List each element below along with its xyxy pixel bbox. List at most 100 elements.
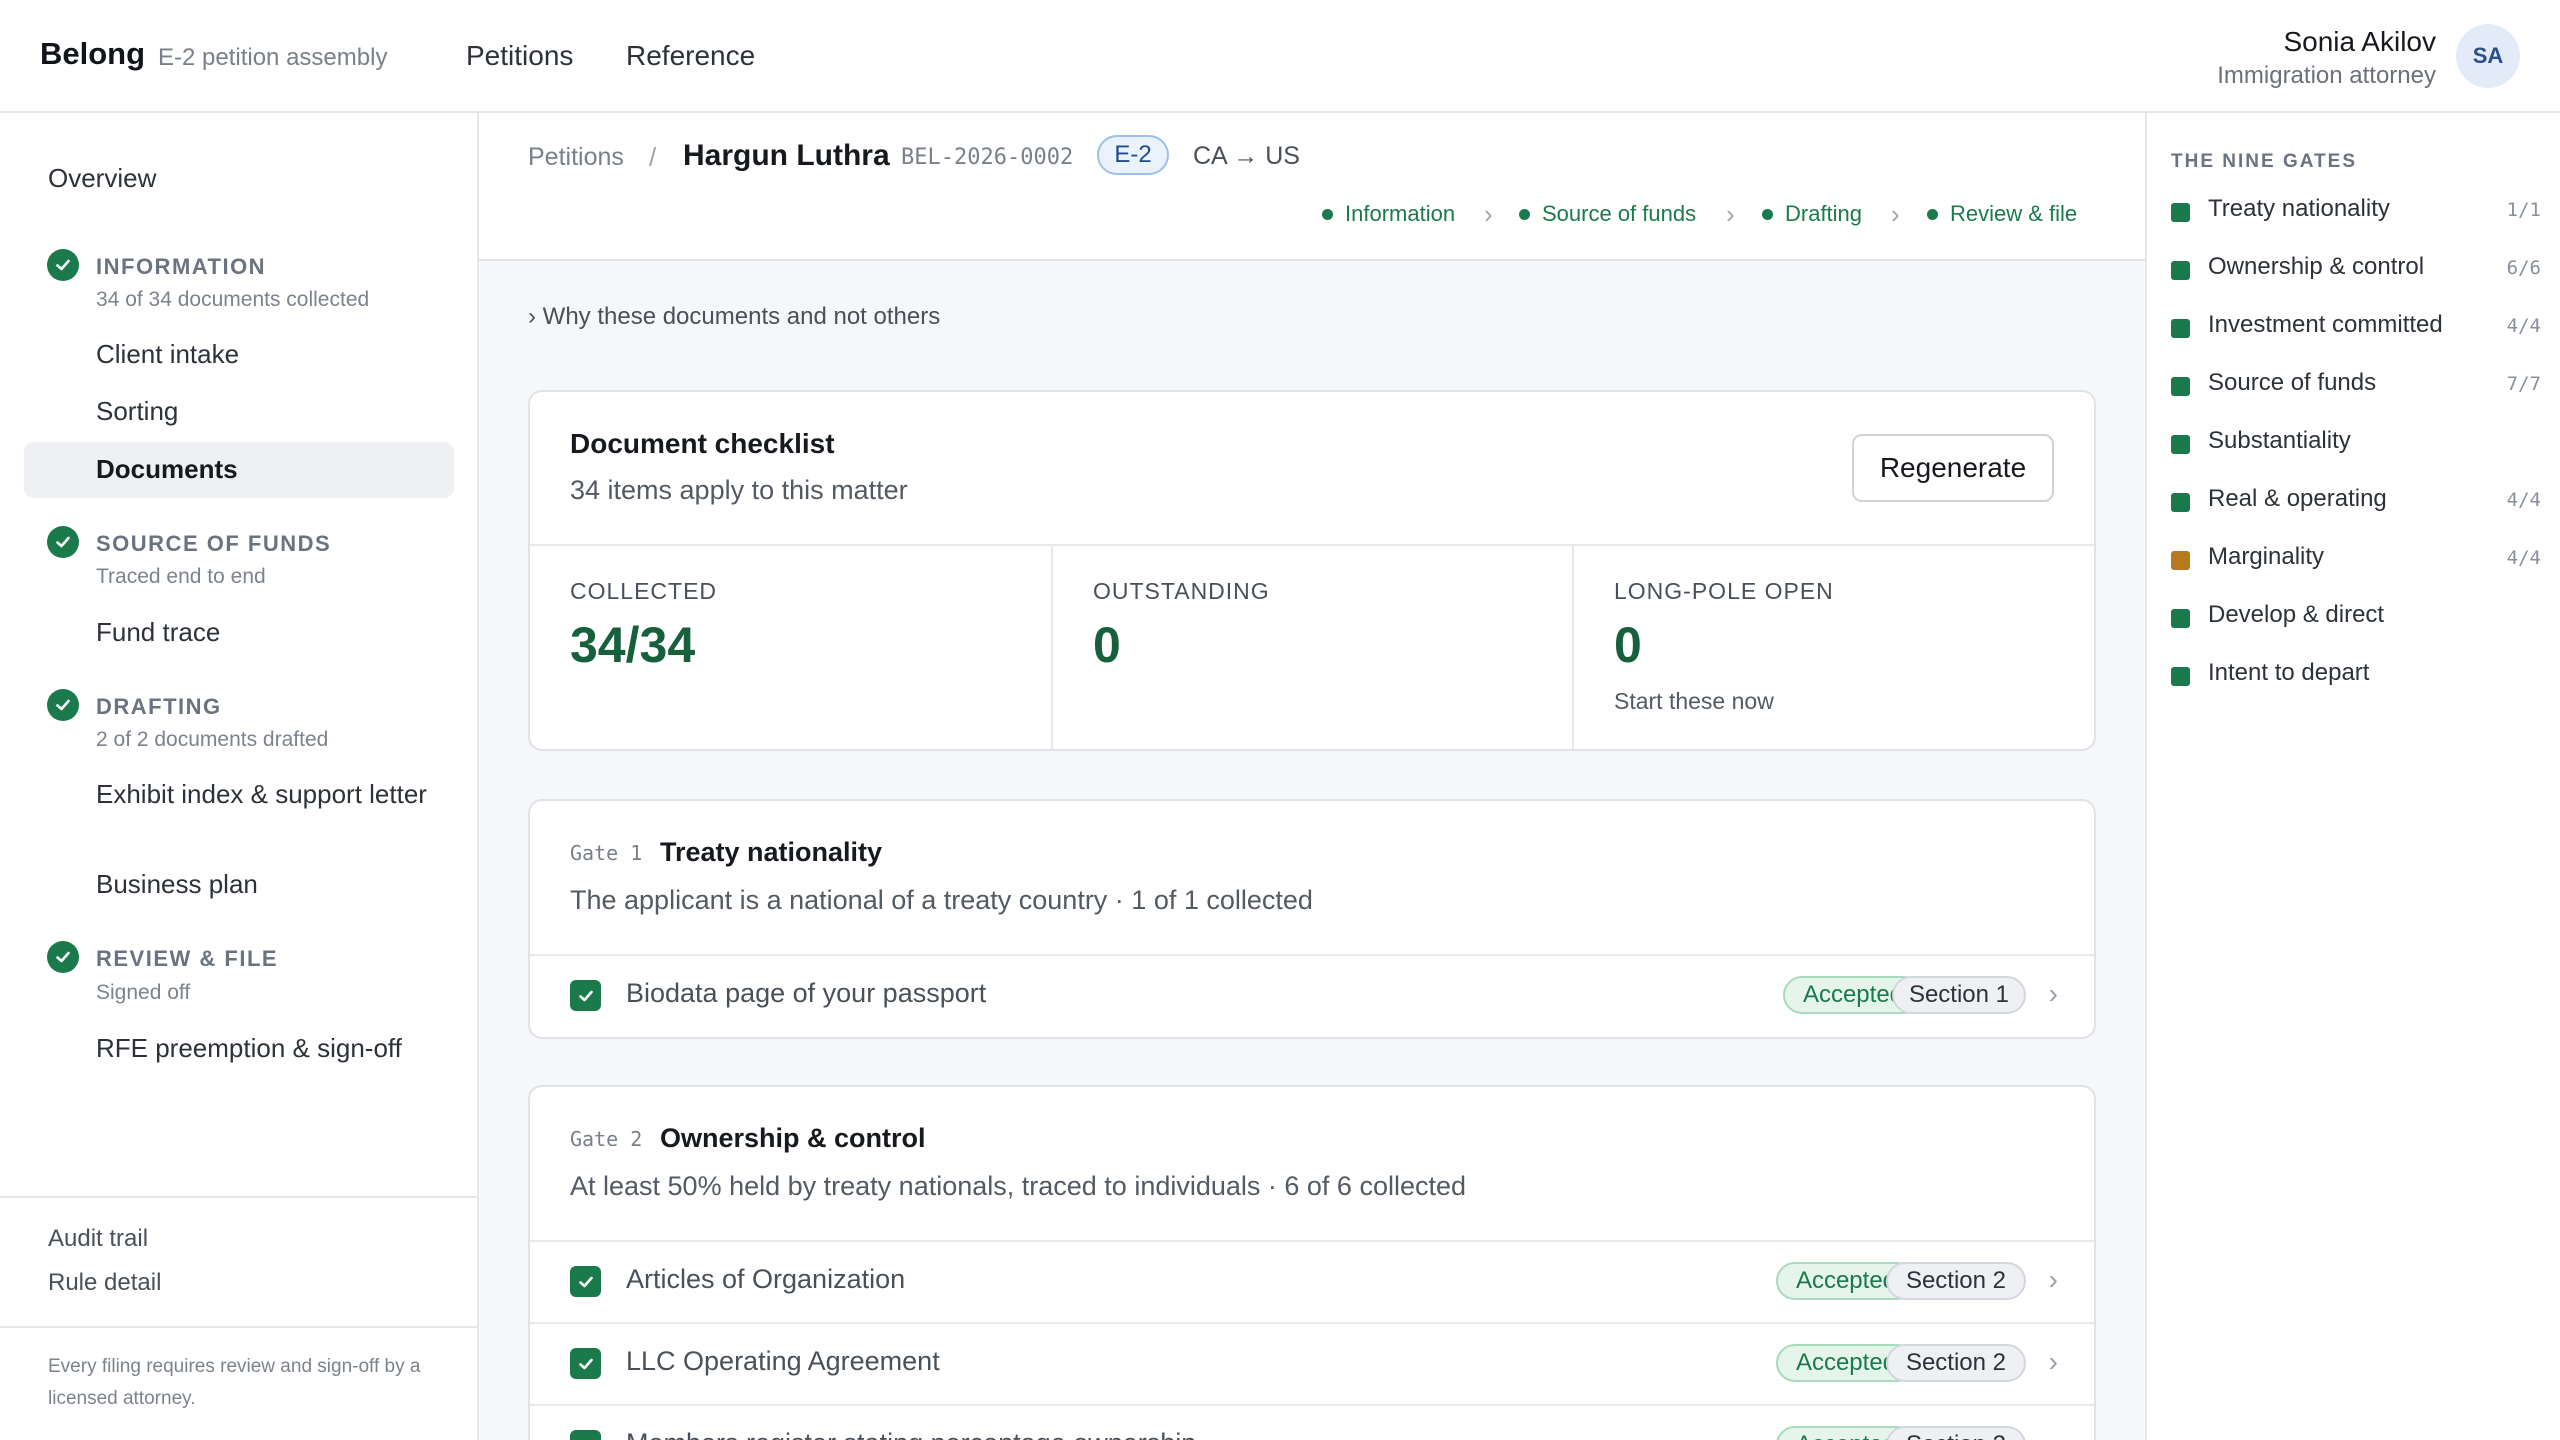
breadcrumb-petitions[interactable]: Petitions bbox=[528, 143, 624, 172]
avatar[interactable]: SA bbox=[2456, 24, 2520, 88]
sidebar-link-audit-trail[interactable]: Audit trail bbox=[48, 1225, 148, 1253]
stat-outstanding: OUTSTANDING 0 bbox=[1051, 546, 1572, 749]
visa-type-badge: E-2 bbox=[1097, 135, 1169, 175]
sidebar-step-sub: 2 of 2 documents drafted bbox=[96, 728, 329, 751]
checkbox-checked[interactable] bbox=[570, 1430, 601, 1440]
sidebar-step-source-of-funds[interactable]: SOURCE OF FUNDS bbox=[96, 531, 331, 557]
rail-gate-item[interactable]: Treaty nationality 1/1 bbox=[2171, 191, 2541, 231]
rail-gate-name: Ownership & control bbox=[2208, 253, 2425, 280]
sidebar-item-rfe-signoff[interactable]: RFE preemption & sign-off bbox=[96, 1031, 436, 1065]
sidebar-step-drafting[interactable]: DRAFTING bbox=[96, 694, 222, 720]
petition-id: BEL-2026-0002 bbox=[901, 145, 1074, 170]
gate-status-square-icon bbox=[2171, 609, 2190, 628]
section-badge: Section 2 bbox=[1886, 1262, 2026, 1300]
nav-reference[interactable]: Reference bbox=[626, 40, 755, 72]
nav-petitions[interactable]: Petitions bbox=[466, 40, 573, 72]
rail-gate-item[interactable]: Ownership & control 6/6 bbox=[2171, 249, 2541, 289]
chevron-right-icon: › bbox=[1484, 199, 1493, 229]
rail-gate-count: 4/4 bbox=[2506, 547, 2541, 569]
rail-gate-count: 4/4 bbox=[2506, 489, 2541, 511]
sidebar-step-sub: 34 of 34 documents collected bbox=[96, 288, 370, 311]
gate-status-square-icon bbox=[2171, 435, 2190, 454]
gate-card-ownership-control: Gate 2 Ownership & control At least 50% … bbox=[528, 1085, 2096, 1440]
checkbox-checked[interactable] bbox=[570, 980, 601, 1011]
country-route: CA → US bbox=[1193, 142, 1300, 170]
breadcrumb-separator: / bbox=[649, 142, 657, 172]
chevron-right-icon[interactable]: › bbox=[2049, 978, 2058, 1010]
checkbox-checked[interactable] bbox=[570, 1348, 601, 1379]
brand-logo[interactable]: Belong bbox=[40, 36, 145, 72]
document-name: Articles of Organization bbox=[626, 1264, 906, 1294]
table-row[interactable]: Articles of Organization Accepted Sectio… bbox=[530, 1240, 2094, 1322]
sidebar-item-sorting[interactable]: Sorting bbox=[96, 394, 436, 428]
document-name: LLC Operating Agreement bbox=[626, 1346, 940, 1376]
chevron-right-icon[interactable]: › bbox=[2049, 1428, 2058, 1440]
top-bar: Belong E-2 petition assembly Petitions R… bbox=[0, 0, 2560, 113]
table-row[interactable]: Biodata page of your passport Accepted S… bbox=[530, 954, 2094, 1036]
sidebar-item-fund-trace[interactable]: Fund trace bbox=[96, 615, 436, 649]
stat-long-pole-open: LONG-POLE OPEN 0 Start these now bbox=[1572, 546, 2094, 749]
gate-status-square-icon bbox=[2171, 377, 2190, 396]
why-these-documents-toggle[interactable]: › Why these documents and not others bbox=[528, 303, 940, 331]
sidebar-step-information[interactable]: INFORMATION bbox=[96, 254, 266, 280]
sidebar-item-business-plan[interactable]: Business plan bbox=[96, 867, 436, 901]
gate-title: Ownership & control bbox=[660, 1123, 926, 1153]
rail-gate-item[interactable]: Investment committed 4/4 bbox=[2171, 307, 2541, 347]
rail-gate-item[interactable]: Source of funds 7/7 bbox=[2171, 365, 2541, 405]
rail-gate-item[interactable]: Develop & direct bbox=[2171, 597, 2541, 637]
status-dot-icon bbox=[1927, 208, 1938, 220]
rail-gate-name: Investment committed bbox=[2208, 311, 2443, 338]
sidebar-step-review-file[interactable]: REVIEW & FILE bbox=[96, 946, 278, 972]
sidebar-item-overview[interactable]: Overview bbox=[48, 163, 156, 194]
gate-status-square-icon bbox=[2171, 493, 2190, 512]
sidebar-divider bbox=[0, 1196, 479, 1198]
sidebar-item-documents[interactable]: Documents bbox=[96, 452, 436, 486]
table-row[interactable]: Members register stating percentage owne… bbox=[530, 1404, 2094, 1440]
sidebar-step-sub: Traced end to end bbox=[96, 565, 266, 588]
rail-gate-count: 7/7 bbox=[2506, 373, 2541, 395]
stage-drafting[interactable]: Drafting bbox=[1762, 201, 1862, 227]
rail-gate-item[interactable]: Marginality 4/4 bbox=[2171, 539, 2541, 579]
stat-label: COLLECTED bbox=[570, 578, 718, 604]
rail-gate-name: Real & operating bbox=[2208, 485, 2387, 512]
rail-gate-item[interactable]: Substantiality bbox=[2171, 423, 2541, 463]
checklist-subtitle: 34 items apply to this matter bbox=[570, 475, 908, 505]
stat-value: 34/34 bbox=[570, 617, 696, 673]
gate-number: Gate 1 bbox=[570, 841, 643, 865]
chevron-right-icon[interactable]: › bbox=[2049, 1264, 2058, 1296]
checklist-stats: COLLECTED 34/34 OUTSTANDING 0 LONG-POLE … bbox=[530, 544, 2094, 749]
petition-header: Petitions / Hargun Luthra BEL-2026-0002 … bbox=[479, 113, 2145, 261]
rail-gate-item[interactable]: Real & operating 4/4 bbox=[2171, 481, 2541, 521]
check-circle-icon bbox=[47, 941, 79, 973]
document-name: Members register stating percentage owne… bbox=[626, 1428, 1196, 1440]
sidebar: Overview INFORMATION 34 of 34 documents … bbox=[0, 113, 479, 1440]
stage-information[interactable]: Information bbox=[1322, 201, 1455, 227]
checkbox-checked[interactable] bbox=[570, 1266, 601, 1297]
table-row[interactable]: LLC Operating Agreement Accepted Section… bbox=[530, 1322, 2094, 1404]
regenerate-button[interactable]: Regenerate bbox=[1852, 434, 2054, 502]
rail-gate-item[interactable]: Intent to depart bbox=[2171, 655, 2541, 695]
stage-source-of-funds[interactable]: Source of funds bbox=[1519, 201, 1696, 227]
rail-gate-name: Intent to depart bbox=[2208, 659, 2370, 686]
stat-label: OUTSTANDING bbox=[1093, 578, 1270, 604]
gate-description: At least 50% held by treaty nationals, t… bbox=[570, 1171, 1467, 1201]
gate-status-square-icon bbox=[2171, 261, 2190, 280]
rail-gate-count: 4/4 bbox=[2506, 315, 2541, 337]
nine-gates-rail: THE NINE GATES Treaty nationality 1/1 Owne… bbox=[2145, 113, 2560, 1440]
client-name: Hargun Luthra bbox=[683, 139, 890, 172]
rail-gate-name: Source of funds bbox=[2208, 369, 2377, 396]
gate-title: Treaty nationality bbox=[660, 837, 883, 867]
rail-gate-name: Substantiality bbox=[2208, 427, 2351, 454]
sidebar-link-rule-detail[interactable]: Rule detail bbox=[48, 1269, 161, 1297]
sidebar-divider bbox=[0, 1326, 479, 1328]
status-dot-icon bbox=[1519, 208, 1530, 220]
stage-review-file[interactable]: Review & file bbox=[1927, 201, 2077, 227]
user-role: Immigration attorney bbox=[2217, 62, 2436, 89]
sidebar-item-client-intake[interactable]: Client intake bbox=[96, 337, 436, 371]
chevron-right-icon: › bbox=[1891, 199, 1900, 229]
chevron-right-icon[interactable]: › bbox=[2049, 1346, 2058, 1378]
gate-card-treaty-nationality: Gate 1 Treaty nationality The applicant … bbox=[528, 799, 2096, 1039]
sidebar-item-exhibit-index[interactable]: Exhibit index & support letter bbox=[96, 777, 436, 811]
rail-gate-name: Treaty nationality bbox=[2208, 195, 2390, 222]
gate-status-square-icon bbox=[2171, 319, 2190, 338]
